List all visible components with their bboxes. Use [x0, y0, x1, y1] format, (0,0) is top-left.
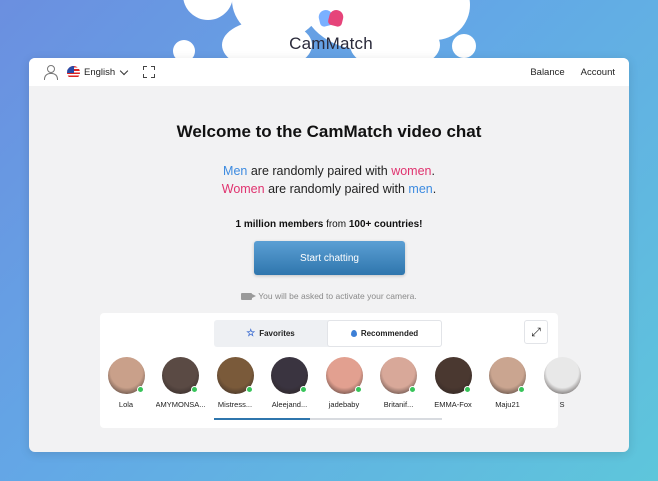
tab-favorites[interactable]: ☆ Favorites	[214, 320, 327, 347]
online-status-icon	[463, 386, 471, 393]
language-label: English	[84, 66, 116, 78]
tab-label: Favorites	[259, 329, 295, 338]
avatar	[271, 357, 308, 394]
model-name: S	[559, 400, 565, 409]
scrollbar-fill	[214, 418, 310, 420]
models-panel: ☆ Favorites Recommended ⤢ Lola AMYMONSA..…	[100, 313, 581, 428]
period: .	[432, 182, 437, 196]
video-camera-icon	[241, 292, 257, 300]
camera-note-text: You will be asked to activate your camer…	[258, 291, 417, 301]
women-word: women	[391, 164, 432, 178]
online-status-icon	[409, 386, 416, 393]
pairing-line-women: Women are randomly paired with men.	[29, 182, 629, 196]
model-name: Mistress...	[217, 400, 253, 409]
brand-logo[interactable]: CamMatch	[286, 8, 376, 54]
model-card[interactable]: Mistress...	[210, 357, 260, 409]
tab-label: Recommended	[360, 329, 419, 338]
cloud-decor	[452, 34, 476, 58]
model-card[interactable]: AMYMONSA...	[156, 357, 206, 409]
avatar	[216, 357, 254, 394]
model-name: Britanif...	[383, 400, 414, 409]
online-status-icon	[136, 386, 144, 393]
model-name: Aleejand...	[271, 400, 308, 409]
online-status-icon	[245, 386, 253, 393]
model-name: Lola	[118, 400, 134, 409]
online-status-icon	[518, 386, 525, 393]
members-from: from	[323, 219, 349, 230]
pairing-text: are randomly paired with	[264, 182, 409, 196]
user-icon[interactable]	[43, 65, 58, 80]
avatar	[543, 357, 581, 394]
us-flag-icon	[67, 65, 80, 79]
model-card[interactable]: S	[537, 357, 587, 409]
pairing-text: are randomly paired with	[247, 164, 392, 178]
model-name: EMMA-Fox	[434, 400, 472, 409]
men-word: Men	[223, 164, 248, 178]
star-icon: ☆	[246, 328, 256, 339]
model-card[interactable]: Britanif...	[374, 357, 424, 409]
period: .	[431, 164, 435, 178]
avatar	[380, 357, 417, 394]
members-stat: 1 million members from 100+ countries!	[29, 219, 629, 230]
men-word: men	[408, 182, 433, 196]
cloud-decor	[183, 0, 233, 20]
members-countries: 100+ countries!	[348, 219, 423, 230]
avatar	[434, 357, 472, 394]
fullscreen-icon[interactable]	[143, 66, 156, 78]
members-count: 1 million members	[235, 219, 324, 230]
avatar	[107, 357, 145, 394]
top-bar: English Balance Account	[29, 58, 629, 86]
model-card[interactable]: EMMA-Fox	[428, 357, 478, 409]
women-word: Women	[221, 182, 265, 196]
main-card: English Balance Account Welcome to the C…	[29, 58, 629, 452]
tab-bar: ☆ Favorites Recommended	[214, 320, 442, 347]
tab-recommended[interactable]: Recommended	[327, 320, 442, 347]
camera-note: You will be asked to activate your camer…	[29, 291, 629, 301]
expand-button[interactable]: ⤢	[524, 320, 548, 344]
hearts-logo-icon	[317, 8, 345, 30]
online-status-icon	[354, 386, 362, 393]
online-status-icon	[300, 386, 307, 393]
model-card[interactable]: Lola	[101, 357, 151, 409]
balance-link[interactable]: Balance	[530, 67, 564, 78]
chevron-down-icon	[119, 66, 129, 75]
page-title: Welcome to the CamMatch video chat	[176, 122, 482, 141]
model-card[interactable]: Aleejand...	[265, 357, 315, 409]
expand-arrows-icon: ⤢	[531, 324, 541, 339]
model-name: AMYMONSA...	[155, 400, 206, 409]
online-status-icon	[191, 386, 198, 393]
pairing-line-men: Men are randomly paired with women.	[29, 164, 629, 178]
avatar	[162, 357, 199, 394]
carousel-scrollbar[interactable]	[214, 418, 442, 420]
flame-icon	[350, 330, 357, 337]
start-chatting-button[interactable]: Start chatting	[254, 241, 405, 275]
model-name: Maju21	[495, 400, 520, 409]
model-name: jadebaby	[328, 400, 360, 409]
model-carousel: Lola AMYMONSA... Mistress... Aleejand... jad…	[100, 357, 581, 413]
model-card[interactable]: jadebaby	[319, 357, 369, 409]
brand-name: CamMatch	[289, 34, 373, 53]
avatar	[489, 357, 526, 394]
language-selector[interactable]: English	[67, 65, 129, 79]
avatar	[325, 357, 363, 394]
account-link[interactable]: Account	[581, 67, 615, 78]
model-card[interactable]: Maju21	[483, 357, 533, 409]
